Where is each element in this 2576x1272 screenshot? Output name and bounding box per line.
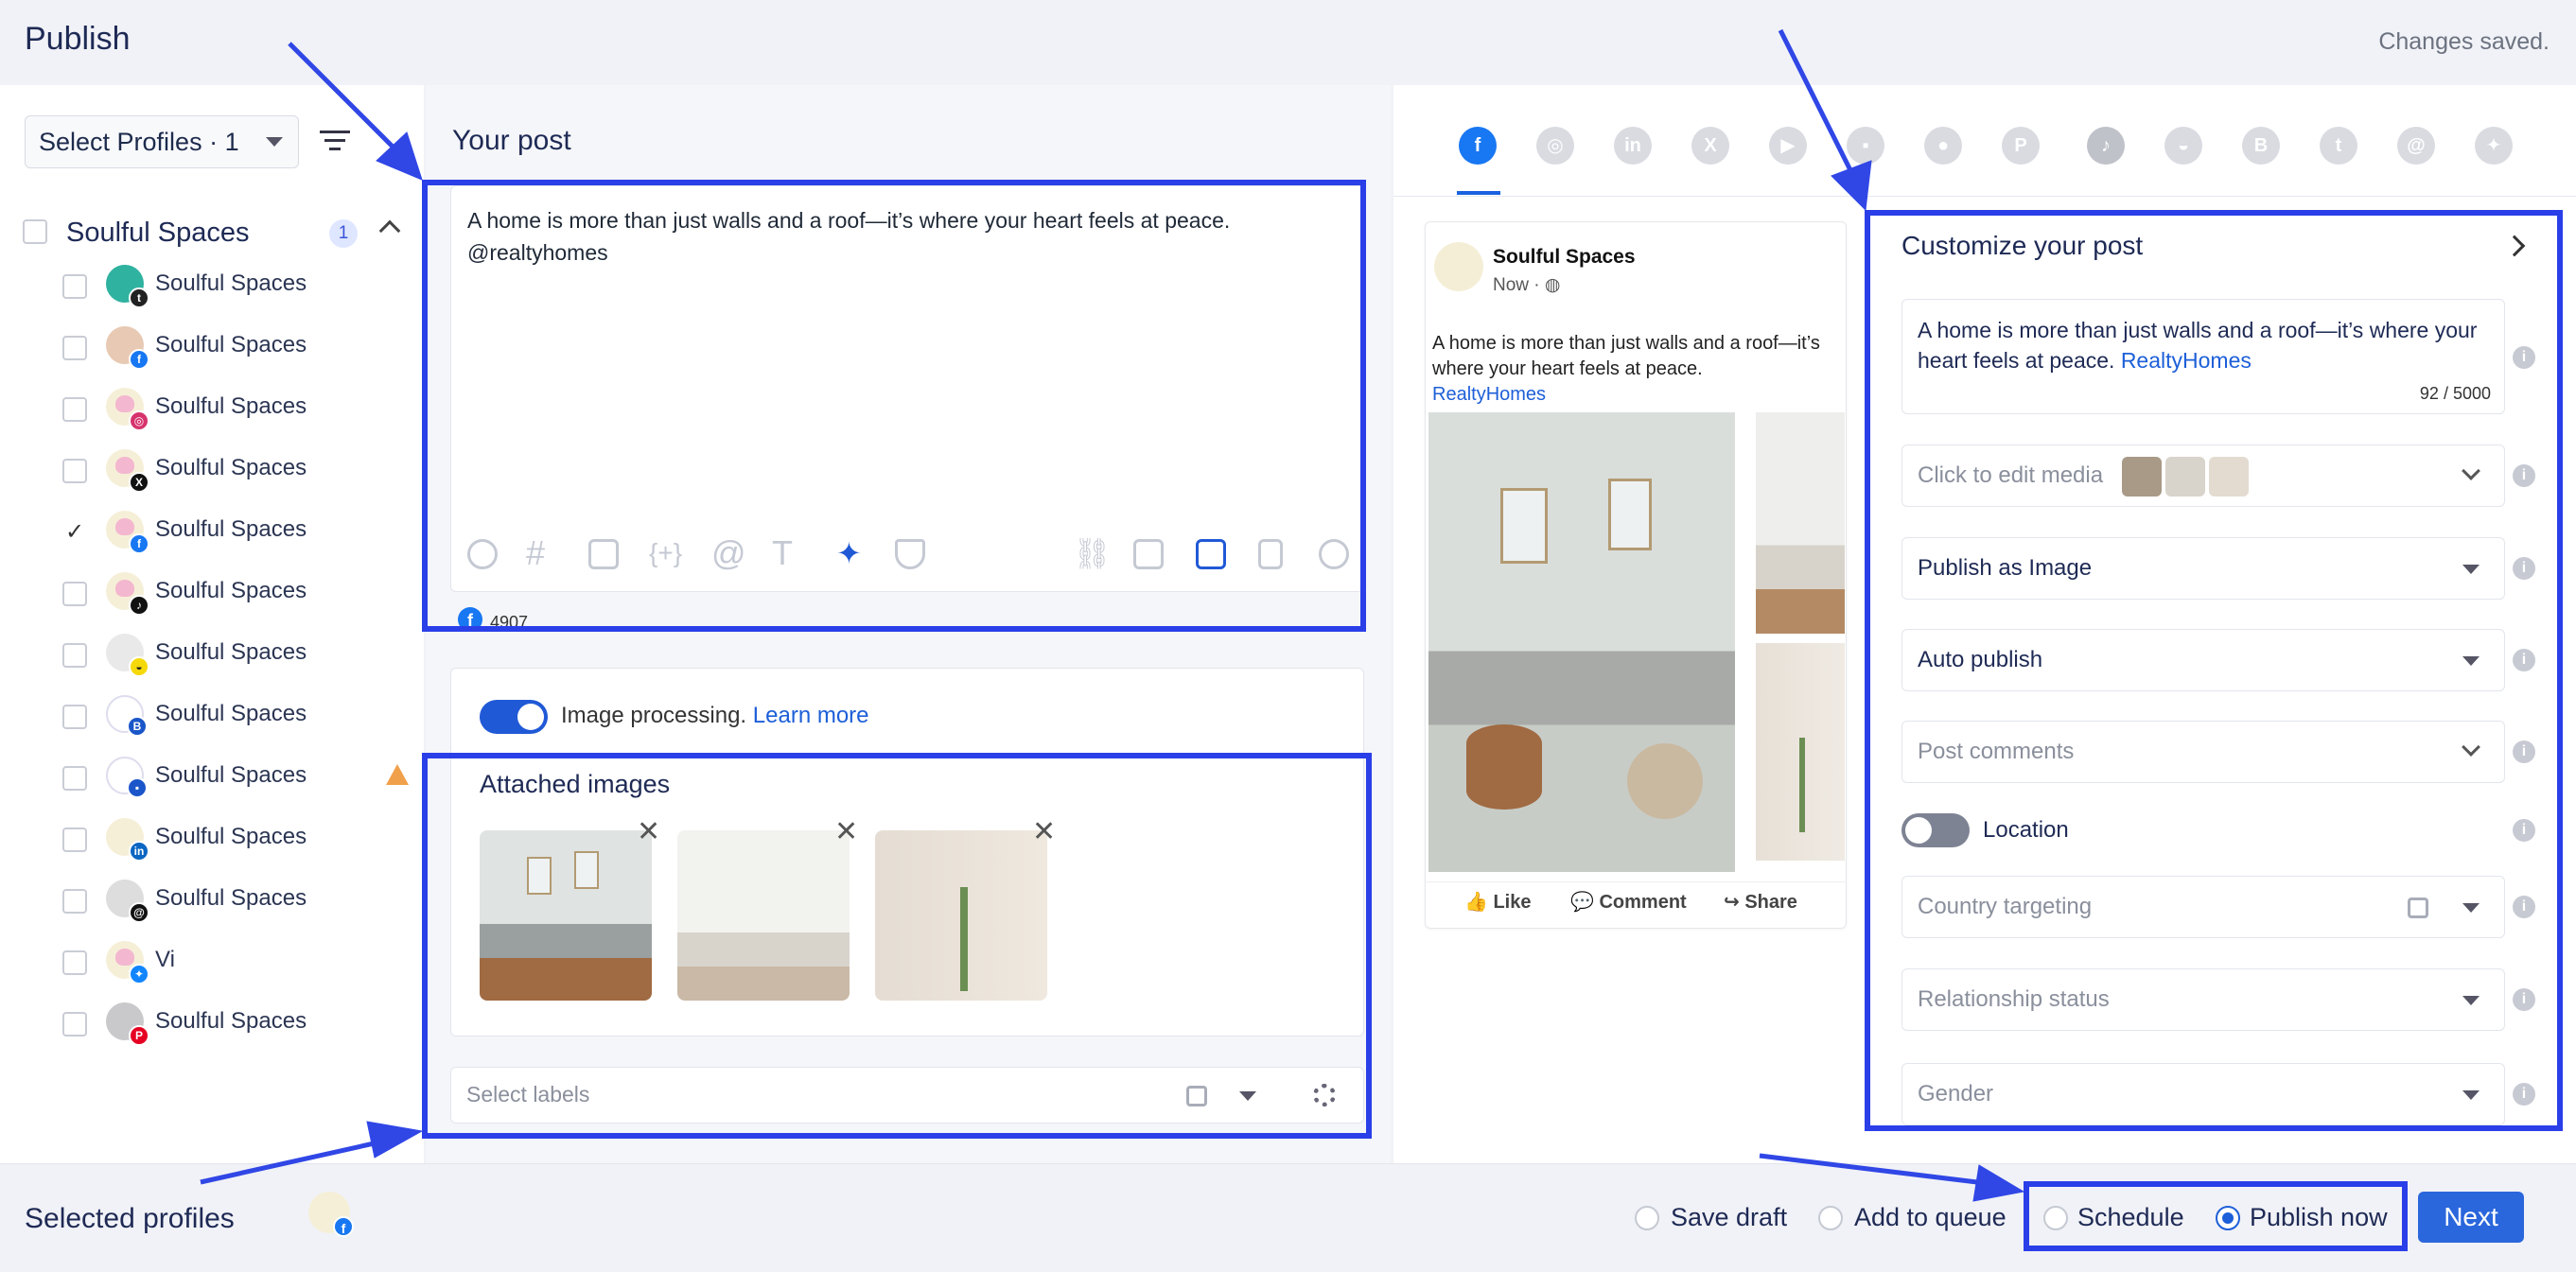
annotation-arrows [200, 28, 2025, 1202]
